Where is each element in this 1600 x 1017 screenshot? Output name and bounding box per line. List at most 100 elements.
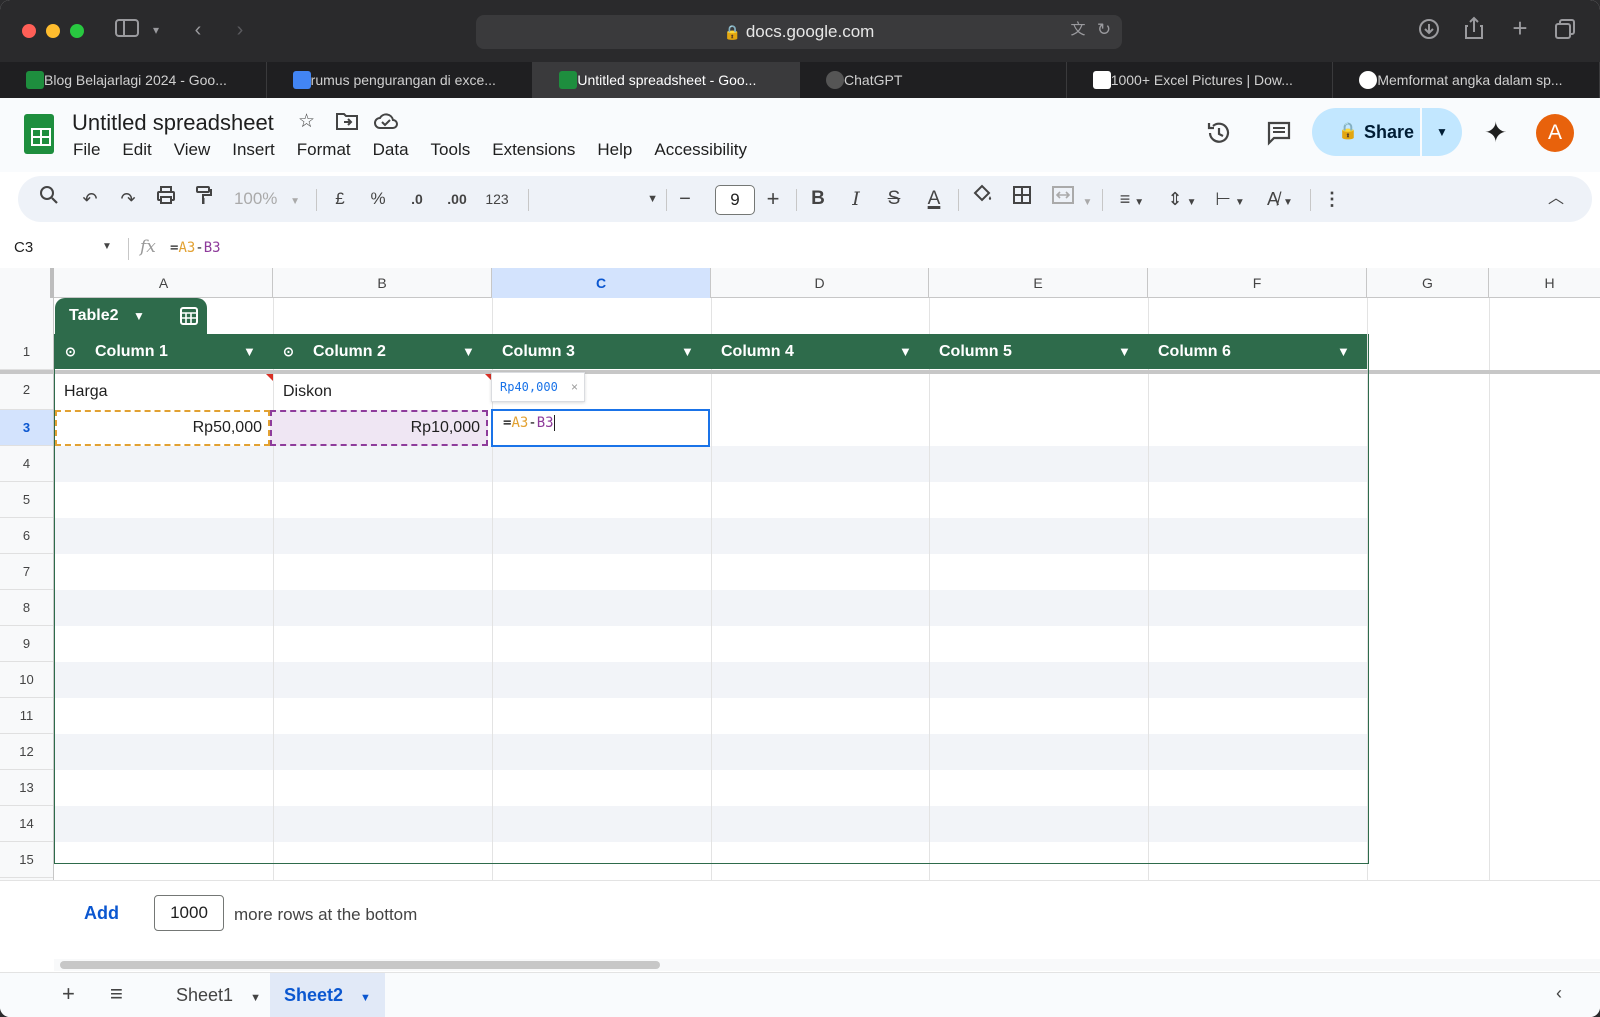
text-color-icon[interactable]: A <box>920 176 948 222</box>
share-page-icon[interactable] <box>1462 16 1486 46</box>
name-box[interactable]: C3 ▼ <box>14 239 112 256</box>
row-header-9[interactable]: 9 <box>0 626 53 662</box>
format-currency-button[interactable]: £ <box>330 176 350 222</box>
add-sheet-icon[interactable]: + <box>62 981 75 1007</box>
menu-tools[interactable]: Tools <box>420 140 482 160</box>
more-formats-button[interactable]: 123 <box>482 176 512 222</box>
row-header-7[interactable]: 7 <box>0 554 53 590</box>
row-header-12[interactable]: 12 <box>0 734 53 770</box>
select-all-corner[interactable] <box>0 268 54 298</box>
version-history-icon[interactable] <box>1206 120 1232 152</box>
table-settings-icon[interactable] <box>171 298 207 334</box>
translate-icon[interactable]: 文 <box>1066 18 1090 42</box>
italic-icon[interactable]: I <box>844 176 868 222</box>
comments-icon[interactable] <box>1266 120 1292 152</box>
horizontal-align-icon[interactable]: ≡ ▼ <box>1112 176 1152 222</box>
text-rotation-icon[interactable]: A̸ ▼ <box>1260 176 1300 222</box>
collapse-toolbar-icon[interactable]: ︿ <box>1544 176 1568 222</box>
new-tab-icon[interactable]: + <box>1508 15 1532 41</box>
minimize-window-button[interactable] <box>46 24 60 38</box>
avatar[interactable]: A <box>1536 114 1574 152</box>
caret-down-icon[interactable]: ▼ <box>250 992 261 1004</box>
cloud-status-icon[interactable] <box>374 112 398 136</box>
back-icon[interactable]: ‹ <box>188 18 208 42</box>
share-dropdown-button[interactable]: ▼ <box>1422 108 1462 156</box>
sheet-tab-sheet2[interactable]: Sheet2 ▼ <box>270 973 385 1017</box>
menu-format[interactable]: Format <box>286 140 362 160</box>
url-bar[interactable]: 🔒 docs.google.com <box>476 15 1122 49</box>
cell-c3-editor[interactable]: =A3-B3 <box>491 409 710 447</box>
cell-a3[interactable]: Rp50,000 <box>55 410 270 446</box>
decrease-decimal-button[interactable]: .0 <box>404 176 430 222</box>
forward-icon[interactable]: › <box>230 18 250 42</box>
browser-tab[interactable]: rumus pengurangan di exce... <box>267 62 534 98</box>
move-folder-icon[interactable] <box>336 112 358 136</box>
row-header-5[interactable]: 5 <box>0 482 53 518</box>
borders-icon[interactable] <box>1010 176 1034 222</box>
close-window-button[interactable] <box>22 24 36 38</box>
column-header-e[interactable]: E <box>929 268 1148 298</box>
reload-icon[interactable]: ↻ <box>1094 18 1114 42</box>
column-header-g[interactable]: G <box>1367 268 1489 298</box>
sidebar-toggle-icon[interactable] <box>114 18 140 44</box>
table-name-chip[interactable]: Table2 ▼ <box>55 298 207 334</box>
row-header-11[interactable]: 11 <box>0 698 53 734</box>
row-header-13[interactable]: 13 <box>0 770 53 806</box>
add-rows-button[interactable]: Add <box>84 903 119 924</box>
column-header-f[interactable]: F <box>1148 268 1367 298</box>
downloads-icon[interactable] <box>1416 18 1442 46</box>
text-wrapping-icon[interactable]: ⊢ ▼ <box>1210 176 1250 222</box>
scrollbar-thumb[interactable] <box>60 961 660 969</box>
browser-tab[interactable]: Blog Belajarlagi 2024 - Goo... <box>0 62 267 98</box>
merge-cells-icon[interactable]: ▼ <box>1048 176 1096 222</box>
gemini-sparkle-icon[interactable]: ✦ <box>1484 116 1507 149</box>
menu-data[interactable]: Data <box>362 140 420 160</box>
font-size-input[interactable]: 9 <box>715 185 755 215</box>
increase-decimal-button[interactable]: .00 <box>442 176 472 222</box>
font-family-select[interactable]: ▼ <box>538 176 658 222</box>
increase-font-size-icon[interactable]: + <box>760 176 786 222</box>
chevron-down-icon[interactable]: ▾ <box>148 18 164 42</box>
decrease-font-size-icon[interactable]: − <box>672 176 698 222</box>
row-header-10[interactable]: 10 <box>0 662 53 698</box>
document-title[interactable]: Untitled spreadsheet <box>72 110 274 136</box>
tab-overview-icon[interactable] <box>1552 18 1578 46</box>
column-header-c[interactable]: C <box>492 268 711 298</box>
row-header-4[interactable]: 4 <box>0 446 53 482</box>
paint-format-icon[interactable] <box>192 176 216 222</box>
sheets-logo-icon[interactable] <box>24 114 54 154</box>
menu-file[interactable]: File <box>62 140 111 160</box>
menu-view[interactable]: View <box>163 140 222 160</box>
cell-b3[interactable]: Rp10,000 <box>270 410 488 446</box>
column-header-a[interactable]: A <box>55 268 273 298</box>
strikethrough-icon[interactable]: S <box>882 176 906 222</box>
caret-down-icon[interactable]: ▼ <box>360 992 371 1004</box>
browser-tab-active[interactable]: Untitled spreadsheet - Goo... <box>533 62 801 98</box>
bold-icon[interactable]: B <box>806 176 830 222</box>
browser-tab[interactable]: 1000+ Excel Pictures | Dow... <box>1067 62 1334 98</box>
search-menus-icon[interactable] <box>36 176 62 222</box>
undo-icon[interactable]: ↶ <box>78 176 102 222</box>
maximize-window-button[interactable] <box>70 24 84 38</box>
browser-tab[interactable]: ChatGPT <box>800 62 1067 98</box>
column-header-h[interactable]: H <box>1489 268 1600 298</box>
browser-tab[interactable]: Memformat angka dalam sp... <box>1333 62 1600 98</box>
menu-extensions[interactable]: Extensions <box>481 140 586 160</box>
row-header-1[interactable]: 1 <box>0 334 53 370</box>
format-percent-button[interactable]: % <box>368 176 388 222</box>
chevron-left-icon[interactable]: ‹ <box>1556 983 1562 1004</box>
horizontal-scrollbar[interactable] <box>54 959 1600 971</box>
menu-help[interactable]: Help <box>586 140 643 160</box>
formula-input[interactable]: =A3-B3 <box>170 240 221 256</box>
column-header-b[interactable]: B <box>273 268 492 298</box>
all-sheets-icon[interactable]: ≡ <box>110 981 123 1007</box>
close-icon[interactable]: × <box>571 373 578 401</box>
sheet-tab-sheet1[interactable]: Sheet1 ▼ <box>162 973 275 1017</box>
row-header-15[interactable]: 15 <box>0 842 53 878</box>
zoom-select[interactable]: 100% ▼ <box>232 176 302 222</box>
spreadsheet-grid[interactable]: A B C D E F G H 1 2 3 4 5 6 7 8 9 10 11 … <box>0 268 1600 880</box>
row-header-8[interactable]: 8 <box>0 590 53 626</box>
star-icon[interactable]: ☆ <box>298 110 315 133</box>
menu-edit[interactable]: Edit <box>111 140 162 160</box>
share-button[interactable]: 🔒 Share <box>1312 108 1420 156</box>
